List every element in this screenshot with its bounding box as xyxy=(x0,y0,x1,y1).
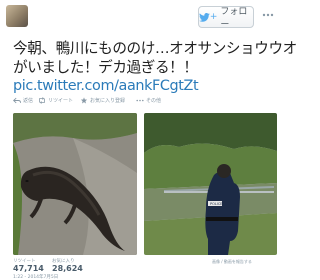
tweet-line-1: 今朝、鴨川にもののけ…オオサンショウウオ xyxy=(13,40,297,57)
favorite-action[interactable]: お気に入り登録 xyxy=(80,97,125,104)
retweet-label: リツイート xyxy=(48,98,74,104)
tweet-text: 今朝、鴨川にもののけ…オオサンショウウオ がいました！デカ過ぎる！！ pic.t… xyxy=(13,39,297,96)
follow-label: フォロー xyxy=(220,7,248,30)
tweet-timestamp[interactable]: 1:22 - 2014年7月5日 xyxy=(13,274,58,280)
more-label: その他 xyxy=(146,98,162,104)
tweet-media-link[interactable]: pic.twitter.com/aankFCgtZt xyxy=(13,77,275,96)
more-options-icon[interactable] xyxy=(262,12,274,18)
salamander-photo-image xyxy=(13,113,137,255)
retweet-action[interactable]: リツイート xyxy=(38,97,73,104)
plus-icon: + xyxy=(209,12,218,22)
follow-button[interactable]: + フォロー xyxy=(198,6,254,30)
reply-label: 返信 xyxy=(23,98,34,104)
report-media-link[interactable]: 画像 / 動画を報告する xyxy=(212,259,252,265)
more-action[interactable]: その他 xyxy=(136,97,161,104)
star-icon xyxy=(80,97,88,104)
photo-salamander[interactable] xyxy=(13,113,137,255)
photo-police[interactable]: POLICE xyxy=(144,113,277,255)
police-photo-image: POLICE xyxy=(144,113,277,255)
tweet-actions: 返信 リツイート お気に入り登録 その他 xyxy=(0,97,280,109)
more-dots-icon xyxy=(136,99,144,102)
favorites-count[interactable]: 28,624 xyxy=(52,264,83,273)
reply-action[interactable]: 返信 xyxy=(13,97,33,104)
retweets-count[interactable]: 47,714 xyxy=(13,264,44,273)
favorite-label: お気に入り登録 xyxy=(90,98,126,104)
twitter-bird-icon xyxy=(199,12,210,22)
reply-icon xyxy=(13,97,21,104)
retweet-icon xyxy=(39,97,45,104)
avatar[interactable] xyxy=(6,5,28,27)
svg-text:POLICE: POLICE xyxy=(210,202,223,206)
tweet-line-2: がいました！デカ過ぎる！！ xyxy=(13,59,198,76)
